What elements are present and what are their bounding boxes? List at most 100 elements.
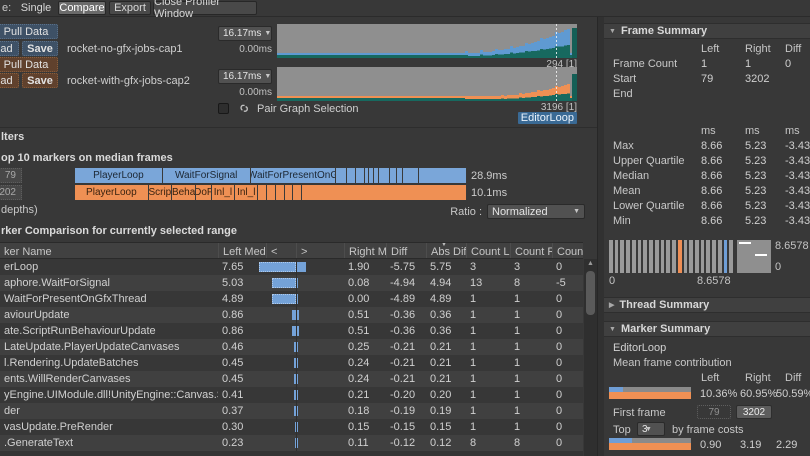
table-row[interactable]: WaitForPresentOnGfxThread 4.89 0.00 -4.89 4.… [0, 291, 583, 307]
graph-scale-dropdown-left[interactable]: 16.17ms ▼ [218, 26, 272, 41]
stat-row: Upper Quartile 8.66 5.23 -3.43 [604, 155, 810, 170]
col-diff: Diff [785, 43, 802, 55]
stat-row: Lower Quartile 8.66 5.23 -3.43 [604, 200, 810, 215]
value: Min [613, 215, 631, 227]
selected-frame-indicator[interactable] [556, 24, 557, 58]
marker-segment[interactable] [355, 168, 365, 183]
column-header-1[interactable]: Left Med [218, 243, 266, 258]
histogram-bar-left-marker [723, 240, 728, 273]
table-row[interactable]: LateUpdate.PlayerUpdateCanvases 0.46 0.25 -… [0, 339, 583, 355]
marker-segment[interactable] [403, 168, 419, 183]
graph-scale-dropdown-right[interactable]: 16.17ms ▼ [218, 69, 272, 84]
thread-summary-header[interactable]: ▶ Thread Summary [604, 297, 810, 313]
scrollbar-thumb[interactable] [586, 271, 595, 315]
marker-segment[interactable] [347, 168, 356, 183]
panel-divider[interactable] [597, 17, 604, 456]
histogram-bar [614, 240, 619, 273]
left-frame-number[interactable]: 79 [0, 168, 22, 183]
value: Lower Quartile [613, 200, 685, 212]
column-header-2[interactable]: < [266, 243, 296, 258]
table-row[interactable]: aphore.WaitForSignal 5.03 0.08 -4.94 4.94 13 8… [0, 275, 583, 291]
right-frame-number[interactable]: 202 [0, 185, 22, 200]
column-header-6[interactable]: Abs Diff ▼ [426, 243, 466, 258]
marker-segment-DoF[interactable]: DoF [196, 185, 212, 200]
frame-time-histogram[interactable] [609, 240, 734, 273]
selected-frame-indicator[interactable] [556, 67, 557, 101]
selected-marker-chip[interactable]: EditorLoop [517, 112, 577, 124]
table-cell: 0.21 [430, 373, 452, 385]
table-cell: 1 [470, 389, 477, 401]
left-total-label: 28.9ms [471, 170, 508, 182]
contribution-left-value: 10.36% [700, 388, 738, 400]
column-header-7[interactable]: Count Left [466, 243, 510, 258]
column-header-4[interactable]: Right Med [344, 243, 386, 258]
value: 8.66 [701, 140, 723, 152]
table-row[interactable]: ate.ScriptRunBehaviourUpdate 0.86 0.51 -0.3… [0, 323, 583, 339]
frame-time-graph-left[interactable] [277, 24, 577, 58]
table-row[interactable]: yEngine.UIModule.dll!UnityEngine::Canvas… [0, 387, 583, 403]
marker-segment[interactable] [258, 185, 268, 200]
single-tab[interactable]: Single [14, 1, 58, 15]
load-button-right[interactable]: ad [0, 73, 19, 88]
compare-tab[interactable]: Compare [58, 1, 106, 15]
table-row[interactable]: erLoop 7.65 1.90 -5.75 5.75 3 3 0 [0, 259, 583, 275]
table-row[interactable]: vasUpdate.PreRender 0.30 0.15 -0.15 0.15 1 1 0 [0, 419, 583, 435]
table-row[interactable]: aviourUpdate 0.86 0.51 -0.36 0.36 1 1 0 [0, 307, 583, 323]
foldout-open-icon: ▼ [609, 27, 616, 35]
marker-summary-header[interactable]: ▼ Marker Summary [604, 321, 810, 337]
frame-time-graph-right[interactable] [277, 67, 577, 101]
marker-segment-Inl_l[interactable]: Inl_l [235, 185, 259, 200]
filters-title[interactable]: lters [1, 131, 24, 143]
scroll-up-icon[interactable]: ▲ [584, 260, 597, 267]
right-median-bar [297, 278, 298, 288]
close-profiler-window-button[interactable]: Close Profiler Window [153, 0, 257, 20]
column-header-8[interactable]: Count Right [510, 243, 552, 258]
marker-segment[interactable] [418, 168, 467, 183]
column-header-0[interactable]: ker Name [0, 243, 218, 258]
marker-segment-WaitForPresentOnG[interactable]: WaitForPresentOnG [250, 168, 337, 183]
marker-segment-PlayerLoop[interactable]: PlayerLoop [75, 185, 149, 200]
load-button-left[interactable]: ad [0, 41, 19, 56]
marker-segment-Scrip[interactable]: Scrip [148, 185, 172, 200]
table-cell: 13 [470, 277, 483, 289]
top-n-dropdown[interactable]: 3 ▼ [637, 422, 665, 436]
table-row[interactable]: der 0.37 0.18 -0.19 0.19 1 1 0 [0, 403, 583, 419]
table-row[interactable]: l.Rendering.UpdateBatches 0.45 0.24 -0.21 0.… [0, 355, 583, 371]
save-button-right[interactable]: Save [22, 73, 58, 88]
marker-segment-Beha[interactable]: Beha [172, 185, 197, 200]
right-median-bar [297, 438, 298, 448]
marker-segment[interactable] [389, 168, 397, 183]
marker-segment[interactable] [267, 185, 276, 200]
first-frame-left-button[interactable]: 79 [697, 405, 731, 419]
export-button[interactable]: Export [109, 1, 151, 15]
first-frame-right-button[interactable]: 3202 [736, 405, 772, 419]
marker-segment[interactable] [336, 168, 348, 183]
table-row[interactable]: ents.WillRenderCanvases 0.45 0.24 -0.21 0.21… [0, 371, 583, 387]
marker-segment-Inl_l[interactable]: Inl_l [211, 185, 236, 200]
marker-segment[interactable] [302, 185, 467, 200]
marker-segment[interactable] [379, 168, 390, 183]
table-cell: 0.51 [348, 309, 370, 321]
frame-summary-header[interactable]: ▼ Frame Summary [604, 23, 810, 39]
table-cell: 0 [556, 261, 563, 273]
pull-data-button-left[interactable]: Pull Data [0, 24, 58, 39]
pull-data-button-right[interactable]: Pull Data [0, 57, 58, 72]
marker-summary-title: Marker Summary [620, 323, 711, 335]
table-row[interactable]: .GenerateText 0.23 0.11 -0.12 0.12 8 8 0 [0, 435, 583, 451]
save-button-left[interactable]: Save [22, 41, 58, 56]
ratio-dropdown[interactable]: Normalized ▼ [487, 204, 585, 219]
marker-segment[interactable] [293, 185, 303, 200]
column-header-9[interactable]: Count Diff [552, 243, 583, 258]
column-header-3[interactable]: > [296, 243, 344, 258]
column-header-5[interactable]: Diff [386, 243, 426, 258]
table-cell: 0.86 [222, 309, 244, 321]
table-scrollbar[interactable]: ▲ [584, 259, 597, 456]
pair-graph-checkbox[interactable] [218, 103, 229, 114]
marker-segment-PlayerLoop[interactable]: PlayerLoop [75, 168, 163, 183]
marker-segment[interactable] [396, 168, 404, 183]
table-cell: -4.94 [390, 277, 416, 289]
table-cell: 8 [514, 277, 521, 289]
marker-segment-WaitForSignal[interactable]: WaitForSignal [162, 168, 251, 183]
marker-segment[interactable] [284, 185, 294, 200]
marker-segment[interactable] [275, 185, 285, 200]
